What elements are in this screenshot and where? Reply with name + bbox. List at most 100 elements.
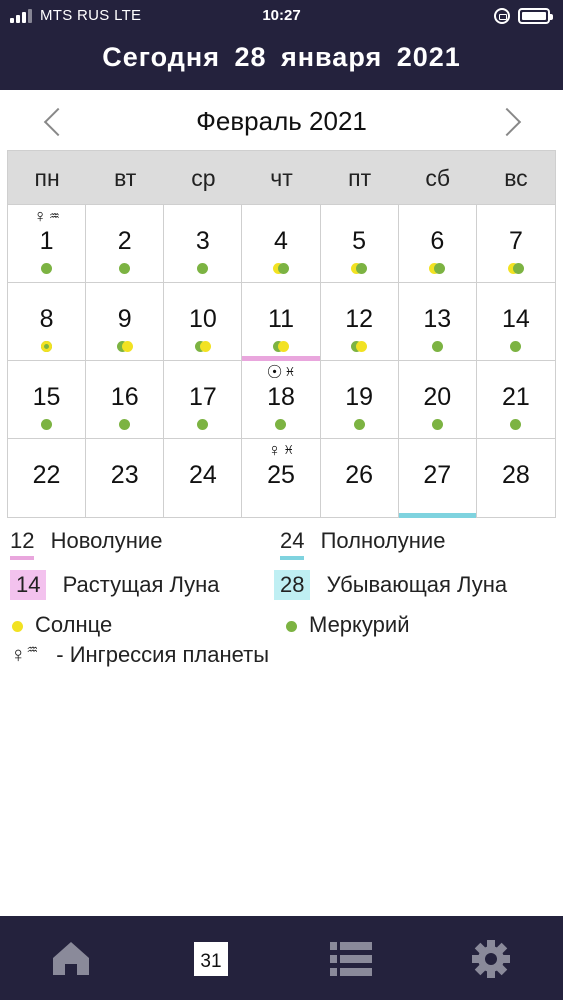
mercury-dot [431, 341, 443, 352]
day-cell[interactable]: 20 [398, 361, 477, 439]
sun-dot [121, 341, 133, 352]
day-cell[interactable]: 21 [476, 361, 555, 439]
day-cell[interactable]: ♀ ♓ 25 [242, 439, 321, 517]
day-cell[interactable]: ♀ ♒ 1 [8, 205, 87, 283]
day-cell[interactable]: 28 [476, 439, 555, 517]
day-number: 12 [345, 305, 374, 333]
day-number: 8 [39, 305, 54, 333]
planet-dots [242, 263, 319, 275]
mercury-dot [197, 263, 209, 274]
planet-dots [86, 419, 163, 431]
day-cell[interactable]: 17 [164, 361, 243, 439]
day-cell[interactable]: 10 [164, 283, 243, 361]
day-cell[interactable]: ☉ ♓ 18 [242, 361, 321, 439]
mercury-dot [356, 263, 368, 274]
planet-dots [477, 263, 555, 275]
month-title: Февраль 2021 [196, 106, 367, 136]
day-number: 4 [274, 227, 288, 255]
day-cell[interactable]: 2 [86, 205, 165, 283]
rotation-lock-icon [494, 8, 510, 24]
day-number: 20 [423, 383, 452, 411]
day-number: 18 [267, 383, 295, 411]
planet-dots [86, 263, 163, 275]
sun-dot [356, 341, 368, 352]
day-cell[interactable]: 3 [164, 205, 243, 283]
sun-dot [199, 341, 211, 352]
day-number: 24 [188, 461, 217, 489]
legend-sun-label: Солнце [35, 612, 113, 637]
mercury-dot [119, 263, 131, 274]
day-cell[interactable]: 23 [86, 439, 165, 517]
legend-ingress: ♀♒ - Ингрессия планеты [10, 642, 269, 668]
day-cell[interactable]: 26 [320, 439, 399, 517]
day-number: 25 [267, 461, 295, 489]
planet-dots [8, 419, 85, 431]
day-cell[interactable]: 16 [86, 361, 165, 439]
day-number: 16 [110, 383, 139, 411]
day-cell[interactable]: 12 [320, 283, 399, 361]
day-cell[interactable]: 14 [476, 283, 555, 361]
day-number: 15 [32, 383, 61, 411]
day-cell[interactable]: 27 [398, 439, 477, 518]
aquarius-icon: ♒ [26, 642, 39, 657]
today-title: Сегодня 28 января 2021 [102, 42, 461, 72]
tab-settings[interactable] [466, 934, 516, 984]
day-number: 3 [195, 227, 210, 255]
planet-glyph: ♀ [33, 206, 47, 226]
weekday-label: пн [34, 165, 60, 191]
day-cell[interactable]: 7 [476, 205, 555, 283]
full-moon-marker [398, 513, 476, 518]
month-navigation: Февраль 2021 [0, 98, 563, 146]
day-cell[interactable]: 9 [86, 283, 165, 361]
status-bar: MTS RUS LTE 10:27 [0, 0, 563, 32]
day-number: 5 [352, 227, 367, 255]
day-cell[interactable]: 6 [398, 205, 477, 283]
legend-waxing: 14 Растущая Луна [10, 570, 220, 600]
day-number: 1 [39, 227, 54, 255]
day-cell[interactable]: 15 [8, 361, 87, 439]
day-cell[interactable]: 11 [242, 283, 321, 361]
tab-home[interactable] [46, 934, 96, 984]
day-cell[interactable]: 22 [8, 439, 87, 517]
legend-mercury: Меркурий [286, 612, 409, 638]
planet-glyph: ☉ [266, 362, 283, 382]
planet-ingress-icon: ☉ ♓ [242, 363, 319, 381]
planet-dots [164, 419, 241, 431]
sun-mercury-conjunction-dot [41, 341, 53, 352]
planet-dots [321, 263, 398, 275]
tab-list[interactable] [326, 934, 376, 984]
zodiac-sign-glyph: ♓ [283, 443, 295, 457]
day-number: 19 [345, 383, 374, 411]
day-cell[interactable]: 8 [8, 283, 87, 361]
day-number: 9 [117, 305, 132, 333]
planet-dots [8, 263, 85, 275]
day-cell[interactable]: 4 [242, 205, 321, 283]
day-number: 14 [502, 305, 530, 333]
zodiac-sign-glyph: ♒ [48, 209, 60, 223]
calendar-icon-day: 31 [200, 951, 221, 972]
day-cell[interactable]: 24 [164, 439, 243, 517]
day-number: 28 [502, 461, 530, 489]
mercury-dot [275, 419, 287, 430]
mercury-dot [353, 419, 365, 430]
weekday-label: вт [114, 165, 137, 191]
tab-calendar[interactable]: 31 [186, 934, 236, 984]
mercury-dot [510, 419, 522, 430]
zodiac-sign-glyph: ♓ [284, 365, 296, 379]
day-number: 10 [188, 305, 217, 333]
day-grid: ♀ ♒ 1 2 3 4 5 6 7 8 9 10 11 12 13 14 15 16 17 ☉ ♓ 18 19 20 21 22 2… [8, 205, 555, 518]
planet-dots [321, 341, 398, 353]
weekday-label: вс [504, 165, 528, 191]
day-number: 21 [502, 383, 530, 411]
legend-full-moon-label: Полнолуние [320, 528, 446, 553]
day-cell[interactable]: 5 [320, 205, 399, 283]
calendar-icon: 31 [194, 942, 228, 976]
planet-dots [477, 341, 555, 353]
day-number: 7 [508, 227, 523, 255]
weekday-label: сб [425, 165, 451, 191]
day-cell[interactable]: 19 [320, 361, 399, 439]
day-cell[interactable]: 13 [398, 283, 477, 361]
mercury-dot [197, 419, 209, 430]
legend-waxing-label: Растущая Луна [62, 572, 220, 597]
planet-dots [399, 263, 476, 275]
